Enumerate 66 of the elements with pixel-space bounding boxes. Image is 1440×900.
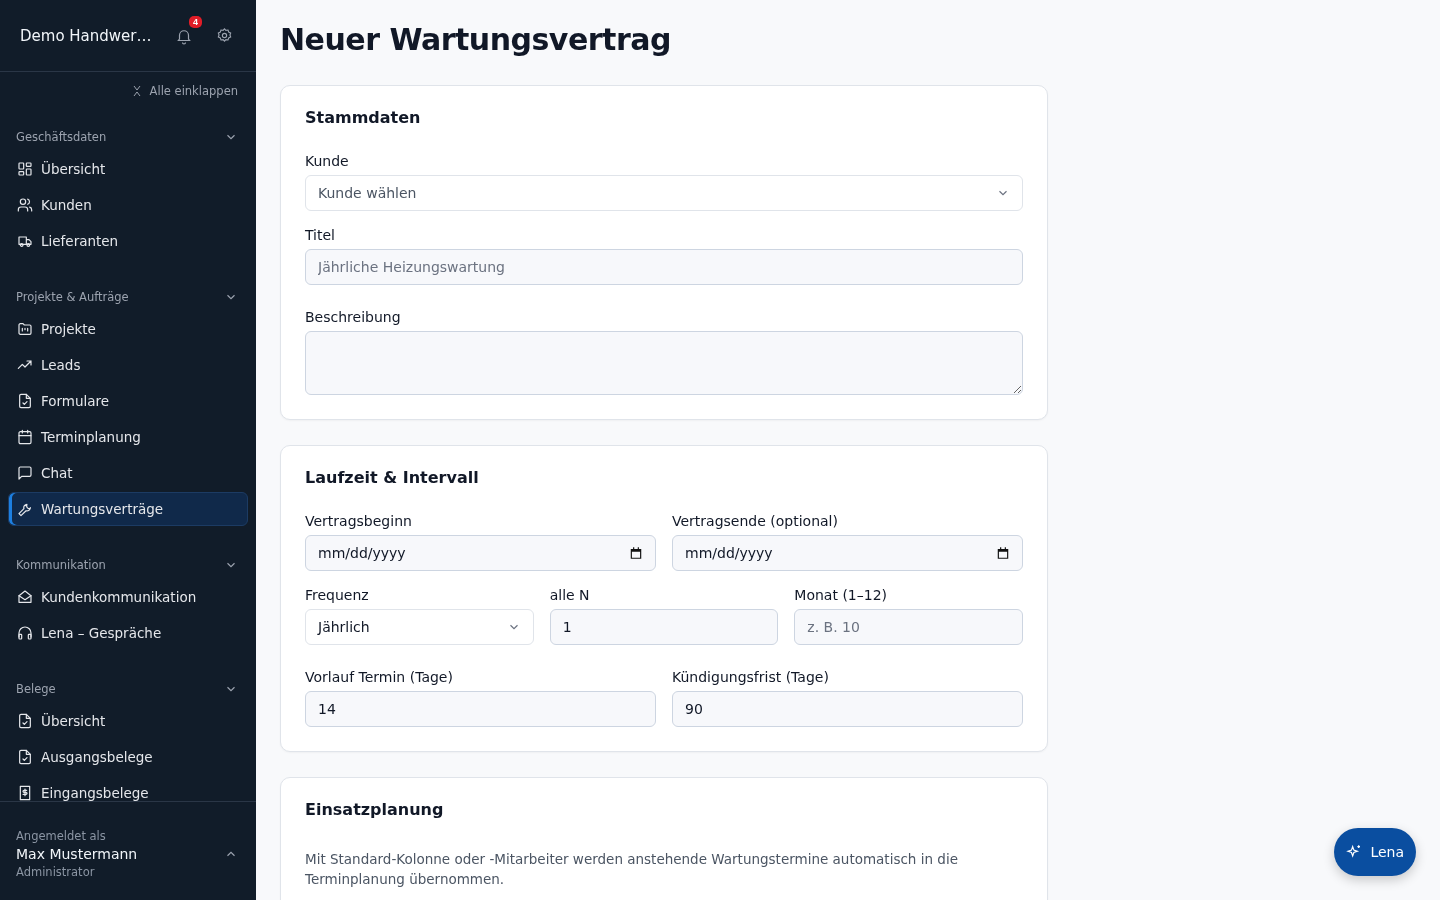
field-label: Frequenz bbox=[305, 587, 370, 603]
card-title: Einsatzplanung bbox=[305, 800, 445, 819]
input-field[interactable]: 14 bbox=[305, 691, 656, 727]
filecheck-icon bbox=[17, 749, 33, 765]
input-field[interactable]: Jährliche Heizungswartung bbox=[305, 249, 1023, 285]
notification-badge: 4 bbox=[189, 15, 202, 28]
field-label: Kündigungsfrist (Tage) bbox=[672, 669, 830, 685]
nav-item[interactable]: Formulare bbox=[8, 384, 248, 418]
nav-item[interactable]: Projekte bbox=[8, 312, 248, 346]
input-field[interactable]: 90 bbox=[672, 691, 1023, 727]
field-label: Kunde bbox=[305, 153, 350, 169]
nav-item[interactable]: Übersicht bbox=[8, 704, 248, 738]
field-label: Titel bbox=[305, 227, 336, 243]
field-label: Vertragsbeginn bbox=[305, 513, 413, 529]
mail-icon bbox=[17, 589, 33, 605]
field-label: alle N bbox=[549, 587, 591, 603]
card-title: Stammdaten bbox=[305, 108, 422, 127]
select-field[interactable]: Jährlich bbox=[305, 609, 534, 645]
section-header[interactable]: Kommunikation bbox=[8, 554, 248, 576]
folder-icon bbox=[17, 321, 33, 337]
select-field[interactable]: Kunde wählen bbox=[305, 175, 1023, 211]
nav-item[interactable]: Wartungsverträge bbox=[8, 492, 248, 526]
input-field[interactable]: z. B. 10 bbox=[794, 609, 1023, 645]
input-field[interactable]: 1 bbox=[549, 609, 779, 645]
card-title: Laufzeit & Intervall bbox=[305, 468, 480, 487]
field-label: Vorlauf Termin (Tage) bbox=[305, 669, 454, 685]
section-header[interactable]: Projekte & Aufträge bbox=[8, 286, 248, 308]
nav-item[interactable]: Lena – Gespräche bbox=[8, 616, 248, 650]
page-title: Neuer Wartungsvertrag bbox=[280, 22, 672, 57]
field-label: Monat (1–12) bbox=[794, 587, 889, 603]
grid-icon bbox=[17, 161, 33, 177]
user-role: Administrator bbox=[16, 864, 96, 880]
field-label: Beschreibung bbox=[305, 309, 402, 325]
filecheck-icon bbox=[17, 713, 33, 729]
headset-icon bbox=[17, 625, 33, 641]
receipt-icon bbox=[17, 785, 33, 801]
user-caption: Angemeldet als bbox=[16, 828, 107, 844]
section-header[interactable]: Geschäftsdaten bbox=[8, 126, 248, 148]
section-header[interactable]: Belege bbox=[8, 678, 248, 700]
sparkle-icon bbox=[1346, 844, 1363, 860]
collapse-all-button[interactable]: Alle einklappen bbox=[130, 84, 238, 98]
field-label: Vertragsende (optional) bbox=[672, 513, 839, 529]
nav-item[interactable]: Terminplanung bbox=[8, 420, 248, 454]
nav-item[interactable]: Kundenkommunikation bbox=[8, 580, 248, 614]
nav-item[interactable]: Eingangsbelege bbox=[8, 776, 248, 801]
nav-item[interactable]: Ausgangsbelege bbox=[8, 740, 248, 774]
user-name: Max Mustermann bbox=[16, 845, 138, 864]
nav-item[interactable]: Lieferanten bbox=[8, 224, 248, 258]
card-description: Mit Standard-Kolonne oder -Mitarbeiter werden anstehende Wartungstermine automatisch in die Terminplanung übernommen. bbox=[305, 850, 959, 889]
nav-item[interactable]: Übersicht bbox=[8, 152, 248, 186]
wrench-icon bbox=[17, 501, 33, 517]
workspace-name[interactable]: Demo Handwer… bbox=[20, 26, 160, 45]
truck-icon bbox=[17, 233, 33, 249]
date-field[interactable]: mm/dd/yyyy bbox=[305, 535, 656, 571]
date-field[interactable]: mm/dd/yyyy bbox=[672, 535, 1023, 571]
settings-icon bbox=[215, 27, 233, 44]
nav-item[interactable]: Leads bbox=[8, 348, 248, 382]
calendar-icon[interactable] bbox=[996, 546, 1010, 560]
chat-icon bbox=[17, 465, 33, 481]
filecheck-icon bbox=[17, 393, 33, 409]
nav-item[interactable]: Chat bbox=[8, 456, 248, 490]
nav-item[interactable]: Kunden bbox=[8, 188, 248, 222]
users-icon bbox=[17, 197, 33, 213]
calendar-icon bbox=[17, 429, 33, 445]
calendar-icon[interactable] bbox=[629, 546, 643, 560]
assistant-button[interactable]: Lena bbox=[1334, 828, 1416, 876]
